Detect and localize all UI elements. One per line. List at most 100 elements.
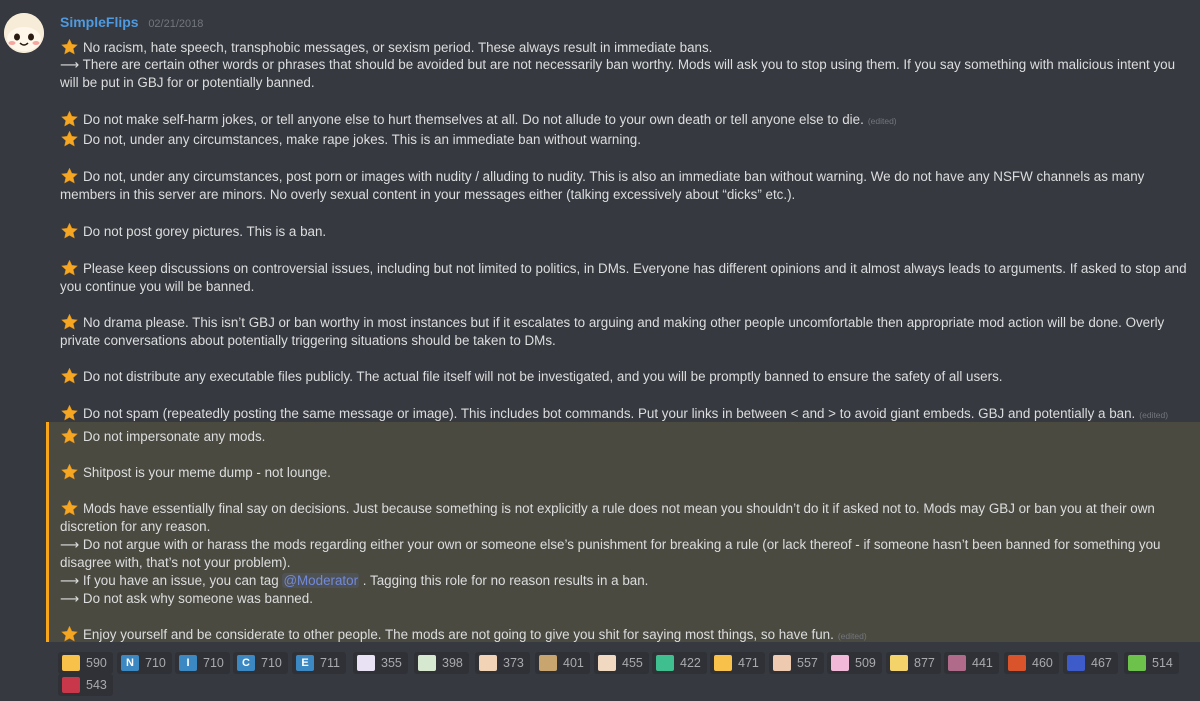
star-icon [60,313,79,331]
rule-text: Do not make self-harm jokes, or tell any… [83,112,864,127]
message-header: SimpleFlips 02/21/2018 [60,13,203,33]
rule-message: Do not, under any circumstances, make ra… [60,130,1196,148]
reaction-count: 590 [86,656,107,670]
custom-emoji-icon [479,655,497,671]
rule-text: ⟶ If you have an issue, you can tag [60,573,279,588]
star-icon [60,367,79,385]
rule-text: Do not, under any circumstances, make ra… [83,132,641,147]
star-icon [60,625,79,643]
avatar[interactable] [4,13,44,53]
reaction-count: 460 [1032,656,1053,670]
rule-text: . Tagging this role for no reason result… [362,573,649,588]
custom-emoji-icon [948,655,966,671]
rule-message: Do not spam (repeatedly posting the same… [60,404,1196,422]
rule-text: Enjoy yourself and be considerate to oth… [83,627,834,642]
thumbs-up-icon [62,655,80,671]
rule-text: Shitpost is your meme dump - not lounge. [83,465,331,480]
reaction-button[interactable]: 460 [1004,652,1059,674]
reaction-button[interactable]: 590 [58,652,113,674]
reaction-button[interactable]: 455 [594,652,649,674]
edited-label: (edited) [867,116,897,126]
rule-text: No racism, hate speech, transphobic mess… [83,40,713,55]
reaction-button[interactable]: 509 [827,652,882,674]
reaction-button[interactable]: 441 [944,652,999,674]
custom-emoji-icon [656,655,674,671]
rule-message: Do not make self-harm jokes, or tell any… [60,110,1196,128]
custom-emoji-icon [539,655,557,671]
reaction-count: 877 [914,656,935,670]
rule-text: ⟶ Do not argue with or harass the mods r… [60,537,1161,570]
heart-eyes-icon [714,655,732,671]
custom-emoji-icon [598,655,616,671]
star-icon [60,427,79,445]
reaction-count: 557 [797,656,818,670]
reaction-count: 422 [680,656,701,670]
edited-label: (edited) [1139,410,1169,420]
star-icon [60,167,79,185]
reaction-count: 471 [738,656,759,670]
star-icon [60,463,79,481]
rule-text: Mods have essentially final say on decis… [60,501,1155,534]
rule-text: ⟶ Do not ask why someone was banned. [60,591,313,606]
reaction-button[interactable]: C 710 [233,652,288,674]
star-icon [60,222,79,240]
reaction-button[interactable]: 398 [414,652,469,674]
reaction-button[interactable]: 401 [535,652,590,674]
custom-emoji-icon [357,655,375,671]
rule-text: ⟶ There are certain other words or phras… [60,57,1176,90]
message-timestamp: 02/21/2018 [148,18,204,30]
rule-message: Mods have essentially final say on decis… [60,499,1196,608]
custom-emoji-icon [1128,655,1146,671]
letter-c-icon: C [237,655,255,671]
rule-text: Please keep discussions on controversial… [60,261,1187,294]
letter-e-icon: E [296,655,314,671]
reaction-count: 514 [1152,656,1173,670]
reaction-button[interactable]: N 710 [117,652,172,674]
reaction-button[interactable]: 422 [652,652,707,674]
rule-text: No drama please. This isn’t GBJ or ban w… [60,315,1165,348]
rule-text: Do not impersonate any mods. [83,429,266,444]
star-icon [60,404,79,422]
reaction-button[interactable]: E 711 [292,652,346,674]
reaction-button[interactable]: 471 [710,652,765,674]
reaction-button[interactable]: 467 [1063,652,1118,674]
reaction-count: 543 [86,678,107,692]
reaction-count: 373 [503,656,524,670]
custom-emoji-icon [831,655,849,671]
reaction-button[interactable]: 514 [1124,652,1179,674]
reaction-button[interactable]: 543 [58,674,113,696]
reaction-count: 710 [203,656,224,670]
reaction-count: 455 [622,656,643,670]
rule-text: Do not post gorey pictures. This is a ba… [83,224,327,239]
rule-message: No drama please. This isn’t GBJ or ban w… [60,313,1196,350]
reaction-count: 398 [442,656,463,670]
rule-message: Do not, under any circumstances, post po… [60,167,1196,204]
reaction-count: 711 [320,656,340,670]
rule-text: Do not, under any circumstances, post po… [60,169,1145,202]
custom-emoji-icon [1008,655,1026,671]
reaction-button[interactable]: 877 [886,652,941,674]
custom-emoji-icon [890,655,908,671]
reaction-button[interactable]: 373 [475,652,530,674]
moderator-mention[interactable]: @Moderator [282,573,360,588]
star-icon [60,38,79,56]
star-icon [60,110,79,128]
reaction-count: 710 [261,656,282,670]
custom-emoji-icon [62,677,80,693]
custom-emoji-icon [773,655,791,671]
letter-i-icon: I [179,655,197,671]
reaction-count: 509 [855,656,876,670]
star-icon [60,259,79,277]
reaction-count: 467 [1091,656,1112,670]
reaction-count: 710 [145,656,166,670]
reaction-button[interactable]: 557 [769,652,824,674]
author-name[interactable]: SimpleFlips [60,14,139,30]
custom-emoji-icon [418,655,436,671]
reaction-button[interactable]: 355 [353,652,408,674]
reaction-count: 441 [972,656,993,670]
rule-message: Shitpost is your meme dump - not lounge. [60,463,1196,481]
reaction-button[interactable]: I 710 [175,652,230,674]
rule-message: Do not distribute any executable files p… [60,367,1196,385]
rule-message: No racism, hate speech, transphobic mess… [60,38,1196,92]
custom-emoji-icon [1067,655,1085,671]
